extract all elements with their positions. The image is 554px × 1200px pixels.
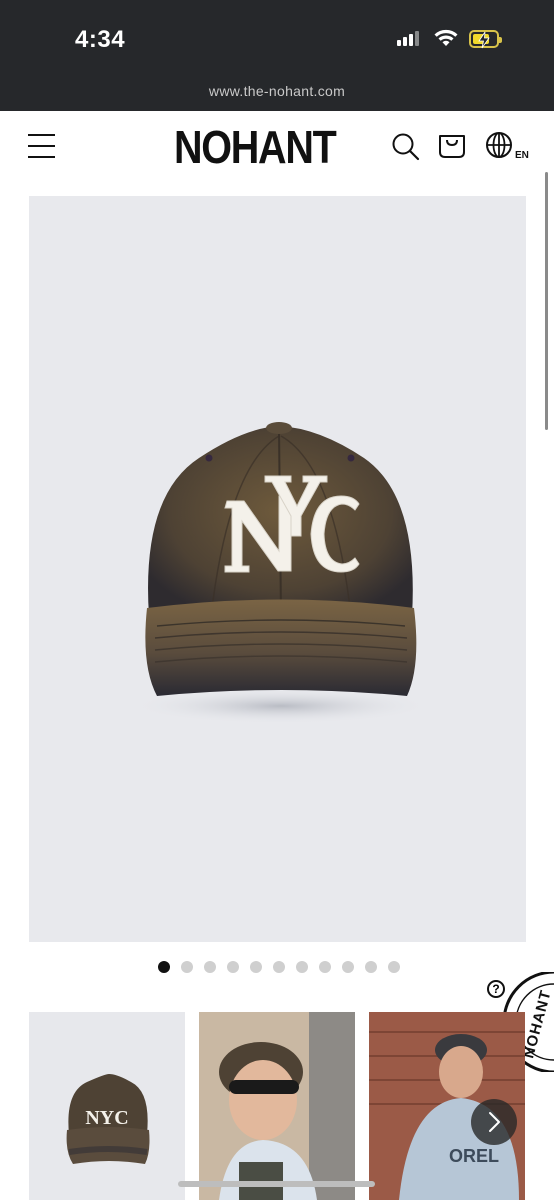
search-icon[interactable]: [391, 132, 421, 162]
address-bar-url[interactable]: www.the-nohant.com: [0, 83, 554, 99]
pagination-dot[interactable]: [388, 961, 400, 973]
battery-icon: [469, 30, 502, 49]
svg-text:NYC: NYC: [85, 1107, 128, 1129]
status-bar: 4:34 www.the-nohant.com: [0, 0, 554, 111]
language-code[interactable]: EN: [515, 150, 529, 161]
cap-thumbnail-image: NYC: [66, 1074, 150, 1164]
model-thumbnail-image: [199, 1012, 355, 1200]
wifi-icon: [434, 29, 458, 46]
globe-icon[interactable]: [485, 131, 515, 161]
hamburger-menu-icon[interactable]: [28, 134, 55, 158]
page-scrollbar[interactable]: [545, 172, 548, 430]
pagination-dot[interactable]: [342, 961, 354, 973]
charging-bolt-icon: [478, 31, 490, 49]
pagination-dot[interactable]: [158, 961, 170, 973]
product-thumbnail[interactable]: [199, 1012, 355, 1200]
product-thumbnail[interactable]: NYC: [29, 1012, 185, 1200]
pagination-dot[interactable]: [296, 961, 308, 973]
image-pagination: [158, 961, 400, 973]
shopping-bag-icon[interactable]: [437, 130, 467, 160]
clock: 4:34: [75, 26, 126, 53]
product-main-image[interactable]: [29, 196, 526, 942]
svg-text:OREL: OREL: [449, 1146, 499, 1166]
pagination-dot[interactable]: [273, 961, 285, 973]
pagination-dot[interactable]: [227, 961, 239, 973]
home-indicator[interactable]: [178, 1181, 375, 1187]
brand-logo[interactable]: NOHANT: [174, 120, 337, 174]
chevron-right-icon: [489, 1112, 500, 1132]
cellular-signal-icon: [397, 31, 419, 46]
pagination-dot[interactable]: [181, 961, 193, 973]
pagination-dot[interactable]: [204, 961, 216, 973]
next-slide-button[interactable]: [471, 1099, 517, 1145]
baseball-cap-image: [131, 422, 431, 724]
pagination-dot[interactable]: [319, 961, 331, 973]
pagination-dot[interactable]: [365, 961, 377, 973]
pagination-dot[interactable]: [250, 961, 262, 973]
